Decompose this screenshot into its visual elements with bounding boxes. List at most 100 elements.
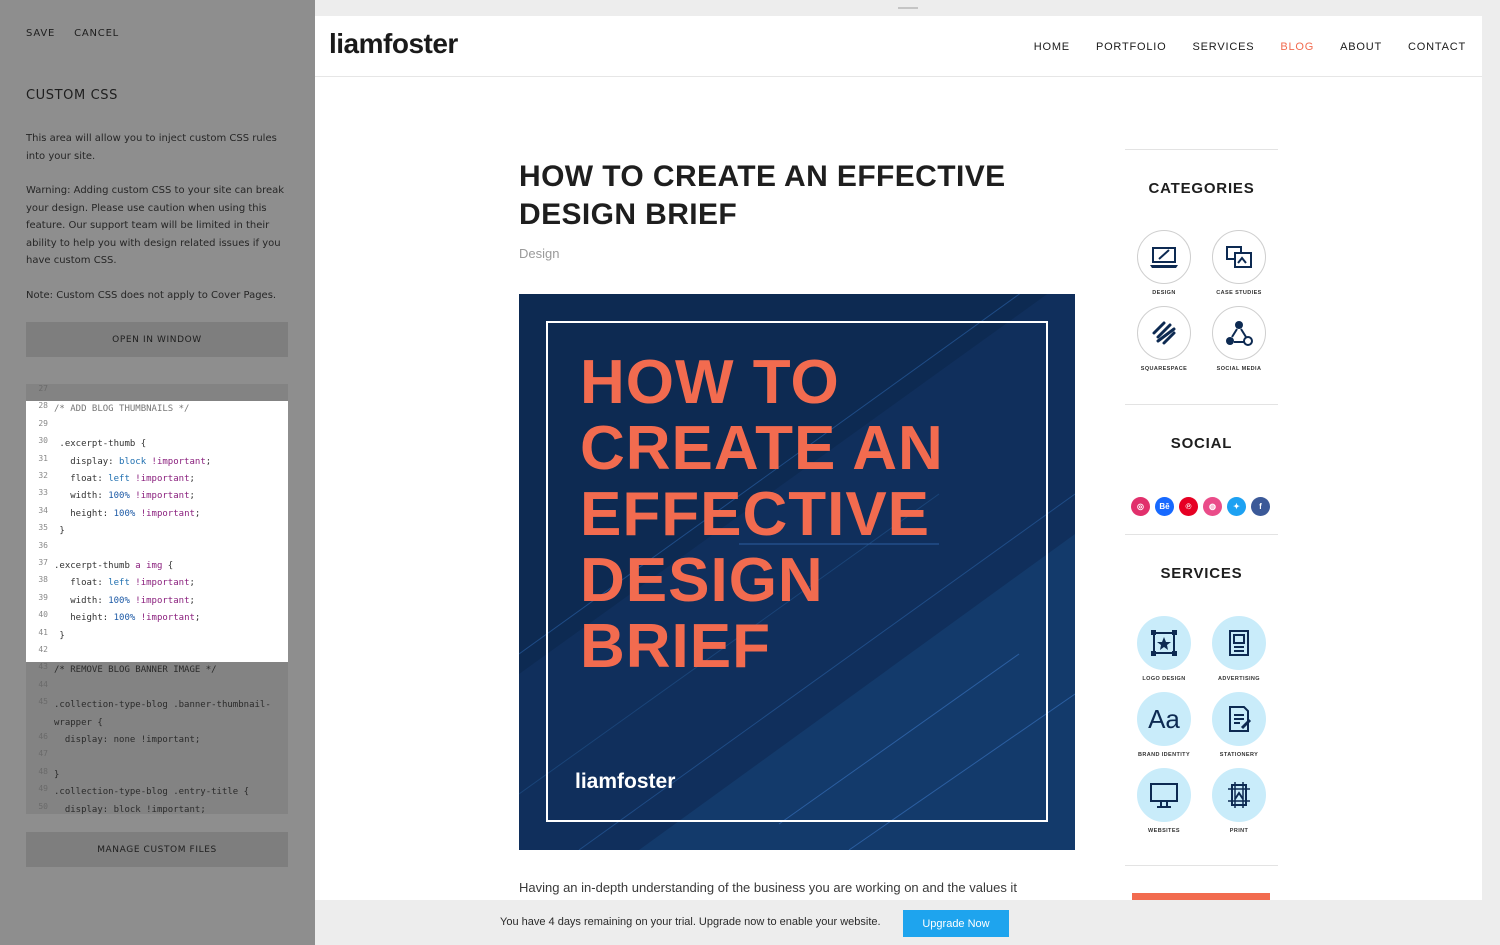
line-number: 47 <box>38 749 48 759</box>
hero-title-line: CREATE AN <box>580 414 944 483</box>
code-text: } <box>54 630 65 641</box>
site-logo[interactable]: liamfoster <box>329 28 458 60</box>
category-case-studies[interactable]: CASE STUDIES <box>1208 230 1270 296</box>
line-number: 44 <box>38 679 48 689</box>
code-line: 41 } <box>26 627 288 645</box>
post-excerpt: Having an in-depth understanding of the … <box>519 880 1017 895</box>
service-websites[interactable]: WEBSITES <box>1133 768 1195 834</box>
code-line: 30 .excerpt-thumb { <box>26 436 288 454</box>
open-in-window-button[interactable]: OPEN IN WINDOW <box>26 322 288 357</box>
cancel-button[interactable]: CANCEL <box>74 28 119 39</box>
line-number: 43 <box>38 662 48 672</box>
service-label: STATIONERY <box>1219 752 1259 758</box>
panel-intro: This area will allow you to inject custo… <box>26 133 277 162</box>
code-text: } <box>54 769 60 780</box>
logo-design-icon <box>1137 616 1191 670</box>
service-stationery[interactable]: STATIONERY <box>1208 692 1270 758</box>
code-text: width: 100% !important; <box>54 595 195 606</box>
twitter-icon[interactable]: ✦ <box>1227 497 1246 516</box>
line-number: 48 <box>38 766 48 776</box>
css-code-editor[interactable]: 27 28 /* ADD BLOG THUMBNAILS */ 29 30 .excer… <box>26 384 288 814</box>
service-advertising[interactable]: ADVERTISING <box>1208 616 1270 682</box>
service-logo-design[interactable]: LOGO DESIGN <box>1133 616 1195 682</box>
facebook-icon[interactable]: f <box>1251 497 1270 516</box>
code-line: 34 height: 100% !important; <box>26 505 288 524</box>
behance-icon[interactable]: Bē <box>1155 497 1174 516</box>
service-label: BRAND IDENTITY <box>1137 752 1191 758</box>
code-line: 44 <box>26 680 288 697</box>
code-line: 47 <box>26 749 288 766</box>
line-number: 49 <box>38 784 48 794</box>
hero-brand-logo: liamfoster <box>575 770 676 793</box>
code-text: height: 100% !important; <box>54 613 201 624</box>
line-number: 36 <box>38 540 48 550</box>
nav-home[interactable]: HOME <box>1034 41 1070 53</box>
code-line: 36 <box>26 540 288 558</box>
post-title: HOW TO CREATE AN EFFECTIVE DESIGN BRIEF <box>519 160 1006 231</box>
nav-services[interactable]: SERVICES <box>1193 41 1255 53</box>
line-number: 46 <box>38 732 48 741</box>
pinterest-icon[interactable]: ℗ <box>1179 497 1198 516</box>
line-number: 29 <box>38 418 48 428</box>
manage-custom-files-button[interactable]: MANAGE CUSTOM FILES <box>26 832 288 867</box>
hero-title-line: HOW TO <box>580 348 840 417</box>
code-text: float: left !important; <box>54 474 195 484</box>
nav-contact[interactable]: CONTACT <box>1408 41 1466 53</box>
save-button[interactable]: SAVE <box>26 28 55 39</box>
panel-warning: Warning: Adding custom CSS to your site … <box>26 185 285 266</box>
code-text: height: 100% !important; <box>54 508 201 519</box>
code-line: 40 height: 100% !important; <box>26 610 288 628</box>
line-number: 40 <box>38 610 48 620</box>
service-label: PRINT <box>1229 828 1249 834</box>
line-number: 39 <box>38 592 48 602</box>
code-line: 31 display: block !important; <box>26 453 288 471</box>
category-design[interactable]: DESIGN <box>1133 230 1195 296</box>
line-number: 32 <box>38 471 48 480</box>
service-brand-identity[interactable]: Aa BRAND IDENTITY <box>1133 692 1195 758</box>
service-label: LOGO DESIGN <box>1142 676 1186 682</box>
upgrade-now-button[interactable]: Upgrade Now <box>903 910 1009 937</box>
category-social-media[interactable]: SOCIAL MEDIA <box>1208 306 1270 372</box>
code-line: 29 <box>26 418 288 437</box>
code-line: 35 } <box>26 523 288 541</box>
nav-about[interactable]: ABOUT <box>1340 41 1382 53</box>
code-text: wrapper { <box>54 717 103 728</box>
line-number: 41 <box>38 627 48 637</box>
line-number: 35 <box>38 523 48 533</box>
sidebar-divider <box>1125 404 1278 405</box>
hero-title-line: BRIEF <box>580 612 771 681</box>
service-print[interactable]: PRINT <box>1208 768 1270 834</box>
nav-portfolio[interactable]: PORTFOLIO <box>1096 41 1167 53</box>
code-line: 48} <box>26 767 288 784</box>
line-number: 34 <box>38 505 48 515</box>
dribbble-icon[interactable]: ◍ <box>1203 497 1222 516</box>
code-text: /* REMOVE BLOG BANNER IMAGE */ <box>54 665 217 676</box>
line-number: 37 <box>38 558 48 567</box>
code-line: 49 .collection-type-blog .entry-title { <box>26 784 288 801</box>
category-label: CASE STUDIES <box>1216 290 1262 296</box>
drag-handle[interactable] <box>898 7 918 9</box>
sidebar-cta-block[interactable] <box>1132 893 1270 900</box>
category-label: SQUARESPACE <box>1140 366 1188 372</box>
print-icon <box>1212 768 1266 822</box>
post-category-link[interactable]: Design <box>519 246 559 261</box>
post-hero-image[interactable]: HOW TO CREATE AN EFFECTIVE DESIGN BRIEF … <box>519 294 1075 850</box>
code-line: 46 display: none !important; <box>26 732 288 749</box>
service-label: WEBSITES <box>1148 828 1180 834</box>
code-text: display: block !important; <box>54 456 212 467</box>
code-text: .excerpt-thumb a img { <box>54 561 174 571</box>
social-links: ◎ Bē ℗ ◍ ✦ f <box>1131 497 1270 516</box>
line-number: 28 <box>38 401 48 411</box>
code-line: 42 <box>26 645 288 663</box>
panel-note: Note: Custom CSS does not apply to Cover… <box>26 290 277 301</box>
code-text: width: 100% !important; <box>54 491 195 502</box>
hero-title-line: DESIGN <box>580 546 824 615</box>
nav-blog[interactable]: BLOG <box>1280 41 1314 53</box>
code-text: /* ADD BLOG THUMBNAILS */ <box>54 404 190 415</box>
code-text: display: block !important; <box>54 804 206 814</box>
code-line: 38 float: left !important; <box>26 575 288 593</box>
instagram-icon[interactable]: ◎ <box>1131 497 1150 516</box>
category-squarespace[interactable]: SQUARESPACE <box>1133 306 1195 372</box>
websites-icon <box>1137 768 1191 822</box>
panel-title: CUSTOM CSS <box>26 88 118 103</box>
